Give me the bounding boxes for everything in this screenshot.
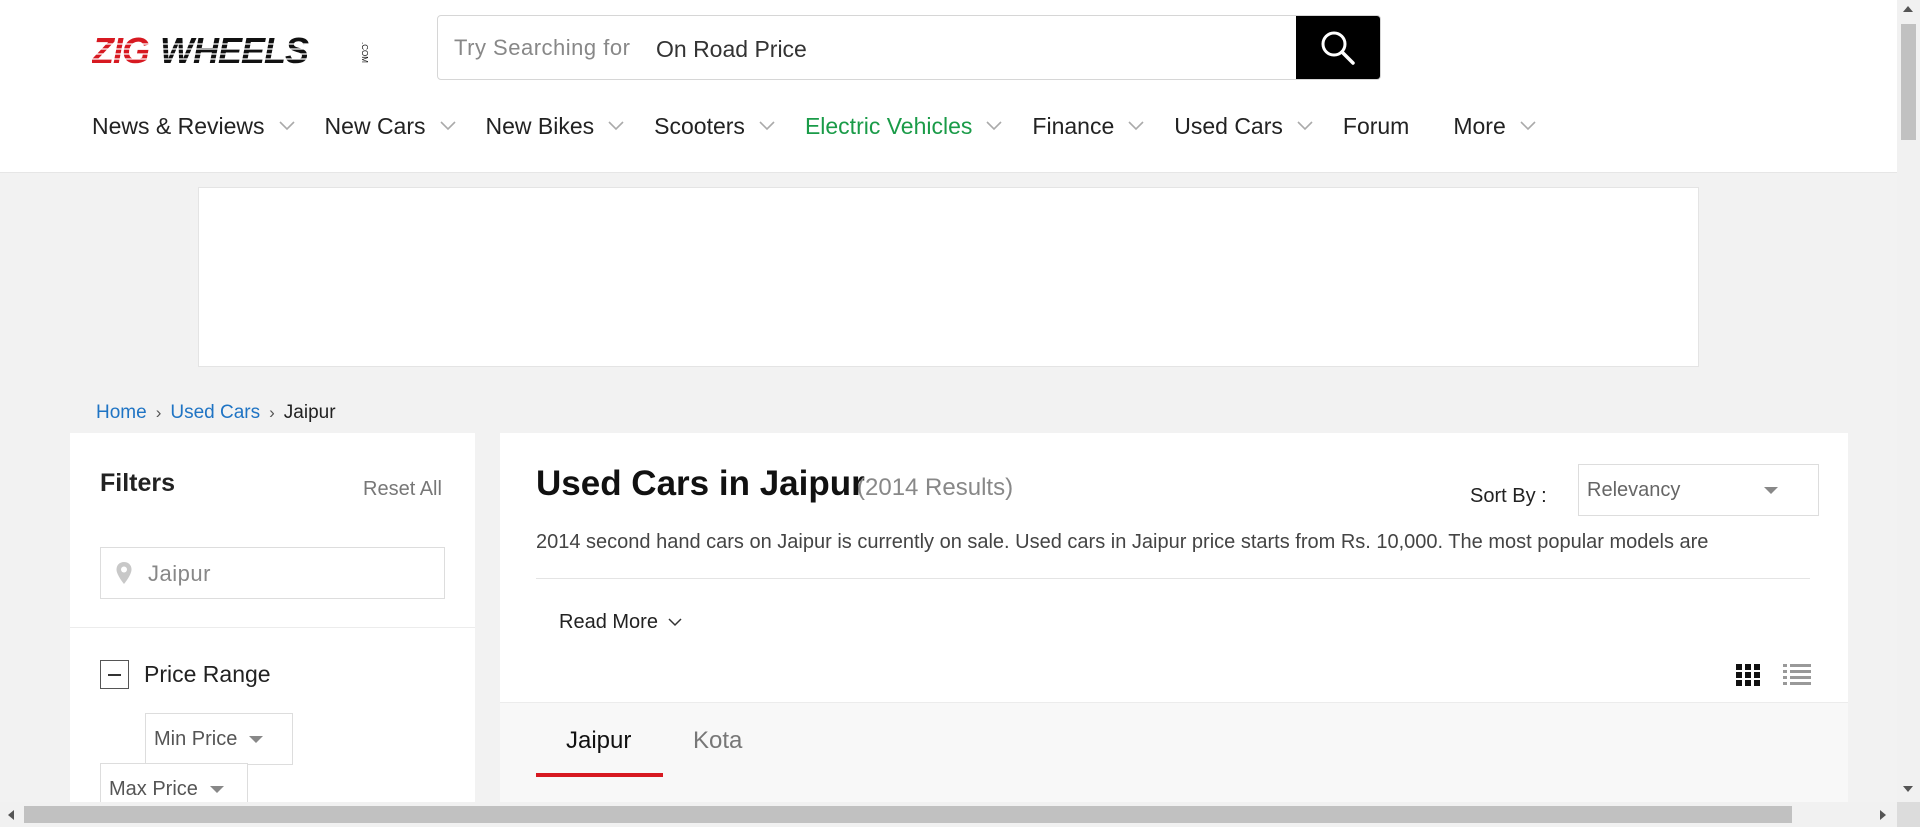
- caret-down-icon: [209, 785, 224, 793]
- price-range-label: Price Range: [144, 661, 271, 687]
- nav-new-cars[interactable]: New Cars: [325, 113, 486, 140]
- listing-description: 2014 second hand cars on Jaipur is curre…: [536, 531, 1709, 553]
- breadcrumb-separator: ›: [269, 403, 275, 422]
- breadcrumb-separator: ›: [155, 403, 162, 422]
- nav-label: New Cars: [324, 112, 426, 139]
- breadcrumb: Home › Used Cars › Jaipur: [96, 402, 336, 424]
- tab-kota[interactable]: Kota: [693, 727, 742, 755]
- divider: [70, 627, 475, 628]
- filters-title: Filters: [100, 469, 176, 497]
- caret-down-icon: [1764, 487, 1778, 494]
- nav-electric-vehicles[interactable]: Electric Vehicles: [805, 113, 1032, 140]
- sort-label: Sort By :: [1470, 485, 1547, 507]
- vertical-scroll-thumb[interactable]: [1901, 24, 1916, 140]
- location-field[interactable]: Jaipur: [100, 547, 445, 599]
- search-bar[interactable]: Try Searching for On Road Price: [437, 15, 1381, 80]
- scroll-left-arrow[interactable]: [8, 810, 14, 820]
- breadcrumb-home[interactable]: Home: [96, 402, 147, 424]
- nav-news-reviews[interactable]: News & Reviews: [92, 113, 325, 140]
- chevron-down-icon: [608, 121, 624, 131]
- chevron-down-icon: [439, 121, 456, 131]
- location-value: Jaipur: [148, 561, 211, 586]
- filters-panel: Filters Reset All Jaipur Price Range Min…: [70, 433, 475, 827]
- scroll-right-arrow[interactable]: [1880, 810, 1886, 820]
- zigwheels-logo[interactable]: ZIG WHEELS .COM: [91, 30, 372, 71]
- max-price-label: Max Price: [109, 777, 198, 800]
- min-price-select[interactable]: Min Price: [145, 713, 293, 765]
- sort-value: Relevancy: [1587, 479, 1681, 501]
- svg-text:ZIG: ZIG: [92, 30, 149, 70]
- minus-icon: [108, 673, 121, 676]
- active-tab-indicator: [536, 773, 663, 777]
- page-title: Used Cars in Jaipur: [536, 464, 865, 503]
- results-count: (2014 Results): [857, 474, 1014, 501]
- breadcrumb-used-cars[interactable]: Used Cars: [170, 402, 260, 424]
- nav-label: New Bikes: [485, 112, 595, 139]
- horizontal-scrollbar[interactable]: [0, 802, 1920, 827]
- nav-label: Finance: [1032, 112, 1115, 139]
- chevron-down-icon: [1297, 121, 1313, 131]
- reset-all-link[interactable]: Reset All: [363, 478, 442, 501]
- chevron-down-icon: [1128, 121, 1144, 131]
- horizontal-scroll-thumb[interactable]: [24, 806, 1792, 823]
- caret-down-icon: [249, 735, 264, 743]
- read-more-label: Read More: [559, 611, 658, 633]
- nav-used-cars[interactable]: Used Cars: [1174, 113, 1343, 140]
- min-price-label: Min Price: [154, 727, 238, 750]
- divider: [536, 578, 1810, 579]
- list-view-icon[interactable]: [1783, 663, 1811, 687]
- nav-label: Scooters: [654, 112, 745, 139]
- nav-scooters[interactable]: Scooters: [654, 113, 805, 140]
- price-range-collapse-toggle[interactable]: [100, 660, 129, 689]
- svg-text:.COM: .COM: [360, 42, 369, 63]
- search-input[interactable]: On Road Price: [656, 36, 807, 63]
- sort-select[interactable]: Relevancy: [1578, 464, 1819, 516]
- chevron-down-icon: [759, 121, 775, 131]
- nav-label: Forum: [1342, 112, 1410, 139]
- chevron-down-icon: [278, 121, 295, 131]
- scroll-up-arrow[interactable]: [1903, 6, 1913, 12]
- search-button[interactable]: [1296, 16, 1380, 79]
- nav-label: Electric Vehicles: [804, 112, 973, 139]
- location-pin-icon: [116, 562, 132, 584]
- svg-text:WHEELS: WHEELS: [160, 30, 309, 70]
- nav-label: More: [1453, 112, 1506, 139]
- scrollbar-corner: [1897, 802, 1920, 827]
- nav-finance[interactable]: Finance: [1032, 113, 1174, 140]
- grid-view-icon[interactable]: [1736, 664, 1760, 686]
- site-header: ZIG WHEELS .COM Try Searching for On Roa…: [0, 0, 1897, 173]
- ad-banner: [198, 187, 1699, 367]
- nav-label: News & Reviews: [92, 112, 265, 139]
- tab-jaipur[interactable]: Jaipur: [566, 727, 631, 755]
- search-placeholder: Try Searching for: [454, 35, 631, 60]
- main-nav: News & Reviews New Cars New Bikes Scoote…: [92, 110, 1566, 142]
- listing-panel: Used Cars in Jaipur (2014 Results) Sort …: [500, 433, 1848, 827]
- scroll-down-arrow[interactable]: [1903, 786, 1913, 792]
- read-more-button[interactable]: Read More: [559, 611, 682, 634]
- search-icon: [1321, 31, 1355, 65]
- nav-label: Used Cars: [1174, 112, 1283, 139]
- chevron-down-icon: [986, 121, 1002, 131]
- nav-more[interactable]: More: [1453, 113, 1565, 140]
- chevron-down-icon: [668, 618, 682, 627]
- vertical-scrollbar[interactable]: [1897, 0, 1920, 802]
- breadcrumb-current: Jaipur: [283, 402, 336, 423]
- nav-new-bikes[interactable]: New Bikes: [486, 113, 655, 140]
- chevron-down-icon: [1520, 121, 1536, 131]
- nav-forum[interactable]: Forum: [1343, 113, 1409, 140]
